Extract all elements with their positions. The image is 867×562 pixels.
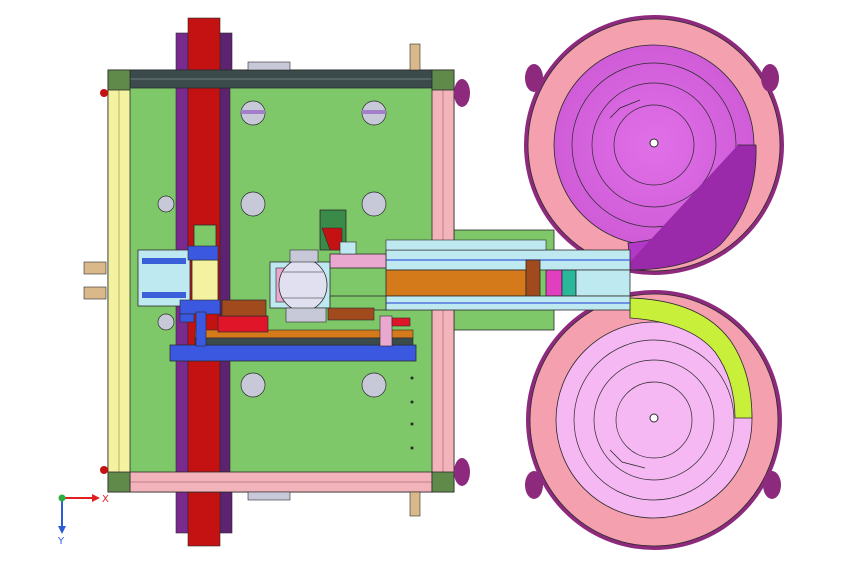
frame-knob-tl: [100, 89, 108, 97]
top-bowl-foot-right: [761, 64, 779, 92]
piston-head: [278, 258, 328, 312]
cylinder-green-block: [193, 224, 217, 248]
linear-feeder: [385, 239, 631, 311]
bottom-vibratory-bowl: [525, 290, 782, 550]
frame-foot-br: [454, 458, 470, 486]
left-tab-lower: [83, 286, 107, 300]
bottom-bowl-foot-left: [525, 471, 543, 499]
brown-block: [221, 299, 267, 317]
hole: [240, 372, 266, 398]
corner-bracket-tr: [431, 69, 455, 91]
feeder-teal-block: [561, 269, 577, 297]
hole: [157, 195, 175, 213]
top-bowl-center-hole: [649, 138, 659, 148]
frame-knob-bl: [100, 466, 108, 474]
bottom-bracket: [247, 491, 291, 501]
frame-foot-tr: [454, 79, 470, 107]
top-bowl-foot-left: [525, 64, 543, 92]
hole: [361, 191, 387, 217]
left-tab-upper: [83, 261, 107, 275]
axis-origin: [58, 494, 66, 502]
hole: [361, 372, 387, 398]
y-axis-label: Y: [57, 536, 65, 547]
corner-bracket-br: [431, 471, 455, 493]
corner-bracket-tl: [107, 69, 131, 91]
rail-purple-right-over: [219, 87, 231, 473]
feeder-magenta-block: [545, 269, 563, 297]
cad-viewport[interactable]: X Y: [0, 0, 867, 562]
top-bracket: [247, 61, 291, 71]
top-tab: [409, 43, 421, 71]
red-block: [217, 315, 269, 333]
bottom-bowl-center-hole: [649, 413, 659, 423]
bottom-tab: [409, 491, 421, 517]
feeder-cross-beam: [385, 239, 547, 251]
blue-base: [169, 344, 417, 362]
hole: [157, 313, 175, 331]
hole: [240, 191, 266, 217]
feeder-orange-block: [385, 269, 527, 297]
bottom-bowl-foot-right: [763, 471, 781, 499]
feeder-side-rail: [575, 269, 631, 297]
cad-drawing: X Y: [0, 0, 867, 562]
x-axis-label: X: [102, 494, 109, 505]
top-vibratory-bowl: [524, 15, 784, 275]
pick-arm-upper: [329, 253, 387, 269]
corner-bracket-bl: [107, 471, 131, 493]
